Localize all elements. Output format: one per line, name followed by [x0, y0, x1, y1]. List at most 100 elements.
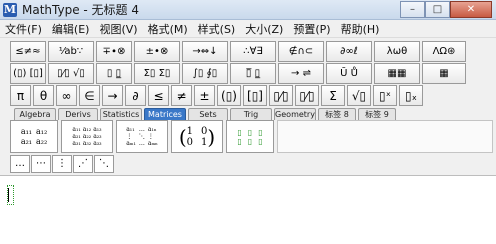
- logic-palette-button[interactable]: ∴∀∃: [230, 41, 276, 62]
- embellishments-palette-button[interactable]: ∓∙⊗: [96, 41, 132, 62]
- symbol-palette-row: ≤≠≈ ⅟ab∵ ∓∙⊗ ±•⊗ →⇔↓ ∴∀∃ ∉∩⊂ ∂∞ℓ λωθ ΛΩ⊛: [10, 41, 468, 62]
- menu-format[interactable]: 格式(M): [143, 21, 193, 37]
- boxes-palette-button[interactable]: ▦: [422, 63, 466, 84]
- superscript-template-button[interactable]: ▯ˣ: [373, 85, 397, 106]
- subscript-template-button[interactable]: ▯ₓ: [399, 85, 423, 106]
- menu-view[interactable]: 视图(V): [94, 21, 142, 37]
- matrix-slot: ▯: [237, 136, 242, 146]
- matrix-cell: aₘₙ: [147, 140, 158, 147]
- matrix-cell: a₂₁: [20, 137, 32, 146]
- misc-symbols-palette-button[interactable]: ∂∞ℓ: [326, 41, 372, 62]
- set-theory-palette-button[interactable]: ∉∩⊂: [278, 41, 324, 62]
- tab-derivs[interactable]: Derivs: [58, 108, 98, 120]
- minimize-button[interactable]: –: [400, 1, 425, 18]
- vertical-ellipsis-button[interactable]: ⋮: [52, 155, 72, 173]
- right-arrow-symbol-button[interactable]: →: [102, 85, 123, 106]
- matrix-3x3-template[interactable]: a₁₁ a₁₂ a₁₃ a₂₁ a₂₂ a₂₃ a₃₁ a₃₂ a₃₃: [61, 120, 113, 153]
- matrix-cell: a₁₁: [72, 126, 81, 133]
- integrals-palette-button[interactable]: ∫▯ ∮▯: [182, 63, 228, 84]
- matrix-mxn-template[interactable]: a₁₁ … a₁ₙ ⋮ ⋱ ⋮ aₘ₁ … aₘₙ: [116, 120, 168, 153]
- identity-matrix-template[interactable]: ( 1 0 0 1 ): [171, 120, 223, 153]
- text-cursor: [8, 188, 9, 202]
- spaces-ellipses-palette-button[interactable]: ⅟ab∵: [48, 41, 94, 62]
- fraction-template-button[interactable]: ▯⁄▯: [269, 85, 293, 106]
- matrix-slot: ▯: [247, 136, 253, 146]
- right-paren: ): [207, 124, 216, 149]
- tab-sets[interactable]: Sets: [188, 108, 228, 120]
- matrix-slot: ▯: [258, 136, 263, 146]
- menu-edit[interactable]: 编辑(E): [47, 21, 95, 37]
- brackets-template-button[interactable]: [▯]: [243, 85, 267, 106]
- maximize-button[interactable]: □: [425, 1, 450, 18]
- matrix-slot: ▯: [258, 127, 263, 137]
- matrix-cell: a₁ₙ: [147, 126, 157, 133]
- matrix-slot: ▯: [247, 127, 253, 137]
- menu-help[interactable]: 帮助(H): [336, 21, 385, 37]
- matrix-2x2-template[interactable]: a₁₁ a₁₂ a₂₁ a₂₂: [10, 120, 58, 153]
- window-controls: – □ ✕: [400, 1, 492, 18]
- menu-bar: 文件(F) 编辑(E) 视图(V) 格式(M) 样式(S) 大小(Z) 预置(P…: [0, 20, 496, 38]
- tab-label-9[interactable]: 标签 9: [358, 108, 396, 120]
- pi-symbol-button[interactable]: π: [10, 85, 31, 106]
- tab-label-8[interactable]: 标签 8: [318, 108, 356, 120]
- window-title: MathType - 无标题 4: [22, 3, 139, 17]
- baseline-ellipsis-button[interactable]: …: [10, 155, 30, 173]
- ellipsis-button-row: … ⋯ ⋮ ⋰ ⋱: [10, 155, 115, 173]
- theta-symbol-button[interactable]: θ: [33, 85, 54, 106]
- operators-palette-button[interactable]: ±•⊗: [134, 41, 180, 62]
- menu-size[interactable]: 大小(Z): [240, 21, 288, 37]
- tab-matrices[interactable]: Matrices: [144, 108, 186, 120]
- matrix-cell: a₁₁: [20, 127, 32, 136]
- close-button[interactable]: ✕: [450, 1, 492, 18]
- labeled-arrows-palette-button[interactable]: → ⇌: [278, 63, 324, 84]
- tab-trig[interactable]: Trig: [230, 108, 272, 120]
- matrix-cell: a₂₂: [82, 133, 92, 140]
- partial-symbol-button[interactable]: ∂: [125, 85, 146, 106]
- center-ellipsis-button[interactable]: ⋯: [31, 155, 51, 173]
- summation-palette-button[interactable]: Σ▯ Σ▯: [134, 63, 180, 84]
- not-equal-symbol-button[interactable]: ≠: [171, 85, 192, 106]
- tab-geometry[interactable]: Geometry: [274, 108, 316, 120]
- menu-preferences[interactable]: 预置(P): [288, 21, 335, 37]
- less-equal-symbol-button[interactable]: ≤: [148, 85, 169, 106]
- sum-template-button[interactable]: Σ: [321, 85, 345, 106]
- matrix-cell: ⋱: [138, 133, 145, 140]
- small-fraction-template-button[interactable]: ▯⁄▯: [295, 85, 319, 106]
- parentheses-template-button[interactable]: (▯): [217, 85, 241, 106]
- matrix-cell: a₂₁: [72, 133, 81, 140]
- bars-palette-button[interactable]: ▯̅ ▯̲: [230, 63, 276, 84]
- matrix-cell: a₁₃: [93, 126, 102, 133]
- template-palette-row: (▯) [▯] ▯⁄▯ √▯ ▯ ▯̲ Σ▯ Σ▯ ∫▯ ∮▯ ▯̅ ▯̲ → …: [10, 63, 468, 84]
- plus-minus-symbol-button[interactable]: ±: [194, 85, 215, 106]
- tab-algebra[interactable]: Algebra: [14, 108, 56, 120]
- greek-lower-palette-button[interactable]: λωθ: [374, 41, 420, 62]
- fractions-radicals-palette-button[interactable]: ▯⁄▯ √▯: [48, 63, 94, 84]
- menu-style[interactable]: 样式(S): [193, 21, 241, 37]
- matrix-cell: a₃₁: [72, 140, 81, 147]
- matrix-cell: …: [138, 140, 145, 147]
- relations-palette-button[interactable]: ≤≠≈: [10, 41, 46, 62]
- matrix-cell: 0: [186, 136, 193, 148]
- fences-palette-button[interactable]: (▯) [▯]: [10, 63, 46, 84]
- matrix-cell: a₁₂: [36, 127, 48, 136]
- products-palette-button[interactable]: Ū Ů: [326, 63, 372, 84]
- matrix-cell: a₂₃: [93, 133, 102, 140]
- infinity-symbol-button[interactable]: ∞: [56, 85, 77, 106]
- up-diagonal-ellipsis-button[interactable]: ⋰: [73, 155, 93, 173]
- element-of-symbol-button[interactable]: ∈: [79, 85, 100, 106]
- matrix-2x3-template[interactable]: ▯ ▯ ▯ ▯ ▯ ▯: [226, 120, 274, 153]
- arrows-palette-button[interactable]: →⇔↓: [182, 41, 228, 62]
- tab-statistics[interactable]: Statistics: [100, 108, 142, 120]
- menu-file[interactable]: 文件(F): [0, 21, 47, 37]
- down-diagonal-ellipsis-button[interactable]: ⋱: [94, 155, 114, 173]
- matrix-slot: ▯: [237, 127, 242, 137]
- palette-tab-bar: Algebra Derivs Statistics Matrices Sets …: [14, 108, 398, 120]
- title-bar: M MathType - 无标题 4 – □ ✕: [0, 0, 496, 20]
- matrices-palette-button[interactable]: ▦▦: [374, 63, 420, 84]
- matrix-cell: …: [138, 126, 145, 133]
- small-symbol-bar: π θ ∞ ∈ → ∂ ≤ ≠ ± (▯) [▯] ▯⁄▯ ▯⁄▯ Σ √▯ ▯…: [10, 85, 425, 106]
- subscript-palette-button[interactable]: ▯ ▯̲: [96, 63, 132, 84]
- equation-editing-area[interactable]: [0, 175, 496, 244]
- radical-template-button[interactable]: √▯: [347, 85, 371, 106]
- greek-upper-palette-button[interactable]: ΛΩ⊛: [422, 41, 466, 62]
